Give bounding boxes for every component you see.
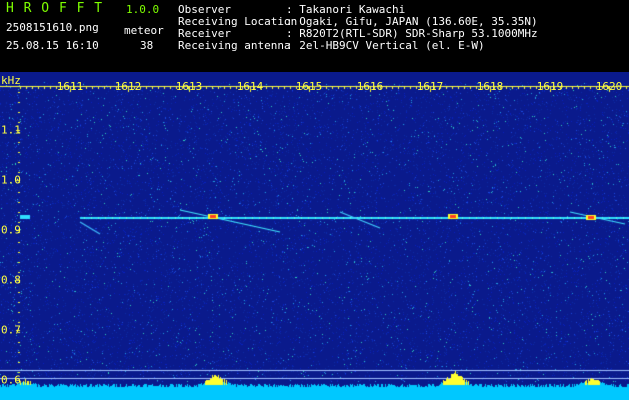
app-logo: H R O F F T [6,1,104,16]
freq-tick-1-1: 1.1 [1,123,21,137]
time-tick-1617: 1617 [416,80,444,93]
freq-tick-1-0: 1.0 [1,173,21,187]
time-tick-1612: 1612 [114,80,142,93]
meteor-count: 38 [140,39,154,52]
time-tick-1611: 1611 [56,80,84,93]
spectrogram [0,72,629,400]
time-tick-1614: 1614 [236,80,264,93]
freq-tick-0-9: 0.9 [1,223,21,237]
time-tick-1618: 1618 [476,80,504,93]
meteor-label: meteor [124,24,164,37]
app-version: 1.0.0 [126,3,160,16]
header-panel: H R O F F T 1.0.0 2508151610.png meteor … [0,0,629,72]
freq-tick-0-7: 0.7 [1,323,21,337]
antenna-label: Receiving antenna [178,39,291,52]
time-tick-1619: 1619 [536,80,564,93]
time-tick-1620: 1620 [595,80,623,93]
y-unit-label: kHz [1,74,21,87]
time-tick-1615: 1615 [295,80,323,93]
freq-tick-0-8: 0.8 [1,273,21,287]
freq-tick-0-6: 0.6 [1,373,21,387]
date-time: 25.08.15 16:10 [6,39,99,52]
file-name: 2508151610.png [6,21,99,34]
time-tick-1613: 1613 [175,80,203,93]
antenna-value: : 2el-HB9CV Vertical (el. E-W) [286,39,485,52]
time-tick-1616: 1616 [356,80,384,93]
